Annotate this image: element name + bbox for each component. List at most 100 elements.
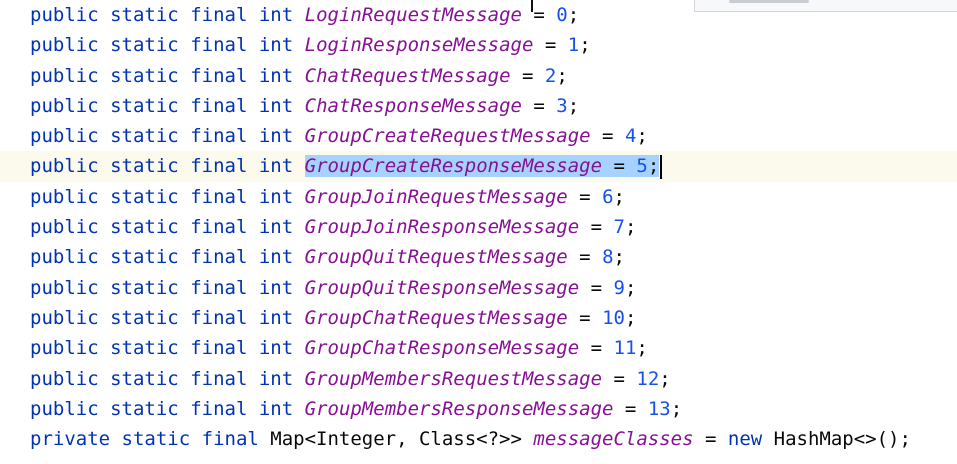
field-name: LoginResponseMessage (304, 34, 534, 57)
field-value: 11 (613, 337, 637, 360)
keyword-static: static (121, 428, 191, 451)
keyword-static: static (110, 306, 179, 329)
code-line[interactable]: public static final int GroupQuitRespons… (30, 273, 957, 303)
field-value: 3 (556, 94, 568, 117)
field-value: 12 (636, 367, 660, 390)
keyword-public: public (30, 276, 99, 299)
code-line[interactable]: public static final int LoginRequestMess… (30, 0, 957, 30)
field-name: GroupMembersResponseMessage (304, 397, 614, 420)
keyword-int: int (258, 246, 294, 269)
keyword-public: public (30, 155, 99, 178)
keyword-static: static (110, 397, 179, 420)
field-name: GroupQuitResponseMessage (304, 276, 580, 299)
field-name: LoginRequestMessage (304, 4, 522, 26)
code-line[interactable]: public static final int GroupCreateReque… (30, 121, 957, 151)
keyword-static: static (110, 367, 179, 390)
field-value: 8 (602, 246, 614, 269)
text-cursor-icon (531, 0, 533, 12)
keyword-final: final (190, 64, 248, 87)
code-line[interactable]: public static final int GroupJoinRequest… (30, 182, 957, 212)
field-name: ChatResponseMessage (304, 94, 522, 117)
code-line[interactable]: public static final int ChatResponseMess… (30, 91, 957, 121)
keyword-static: static (110, 64, 179, 87)
keyword-int: int (258, 34, 294, 57)
field-name: messageClasses (533, 428, 694, 451)
code-line[interactable]: public static final int GroupMembersResp… (30, 394, 957, 424)
field-name: GroupMembersRequestMessage (304, 367, 603, 390)
keyword-private: private (30, 428, 111, 451)
keyword-public: public (30, 64, 99, 87)
keyword-final: final (190, 125, 248, 148)
keyword-final: final (190, 276, 248, 299)
text-selection[interactable]: GroupCreateResponseMessage = 5; (304, 155, 660, 178)
code-line[interactable]: public static final int GroupJoinRespons… (30, 212, 957, 242)
keyword-public: public (30, 4, 99, 26)
field-name: GroupJoinRequestMessage (304, 185, 568, 208)
field-value: 4 (624, 125, 637, 148)
keyword-int: int (258, 276, 294, 299)
keyword-static: static (110, 216, 179, 239)
keyword-static: static (110, 155, 179, 178)
keyword-int: int (258, 155, 294, 178)
code-line[interactable]: public static final int GroupMembersRequ… (30, 364, 957, 394)
field-value: 1 (567, 34, 580, 57)
field-value: 2 (544, 64, 557, 87)
keyword-public: public (30, 34, 99, 57)
type-declaration: Map<Integer, Class<?>> (270, 428, 522, 451)
code-line[interactable]: public static final int GroupChatRespons… (30, 333, 957, 363)
code-editor[interactable]: public static final int LoginRequestMess… (0, 0, 957, 464)
keyword-public: public (30, 306, 99, 329)
keyword-public: public (30, 94, 99, 117)
field-name: ChatRequestMessage (304, 64, 511, 87)
keyword-public: public (30, 337, 99, 360)
code-line[interactable]: private static final Map<Integer, Class<… (30, 424, 957, 454)
keyword-static: static (110, 276, 179, 299)
code-line-current[interactable]: public static final int GroupCreateRespo… (0, 151, 957, 182)
keyword-public: public (30, 246, 99, 269)
keyword-static: static (110, 34, 179, 57)
keyword-final: final (190, 34, 248, 57)
field-value: 6 (602, 185, 614, 208)
keyword-final: final (201, 428, 259, 451)
keyword-int: int (258, 397, 294, 420)
field-name: GroupCreateResponseMessage (304, 155, 603, 178)
keyword-final: final (190, 216, 248, 239)
code-area[interactable]: public static final int LoginRequestMess… (0, 0, 957, 454)
keyword-final: final (190, 367, 248, 390)
keyword-static: static (110, 94, 179, 117)
keyword-static: static (110, 246, 179, 269)
keyword-static: static (110, 125, 179, 148)
keyword-int: int (258, 125, 294, 148)
keyword-static: static (110, 337, 179, 360)
field-value: 5 (636, 155, 648, 178)
field-value: 13 (647, 397, 671, 420)
keyword-public: public (30, 216, 99, 239)
field-name: GroupQuitRequestMessage (304, 246, 568, 269)
code-line[interactable]: public static final int GroupQuitRequest… (30, 242, 957, 272)
keyword-public: public (30, 397, 99, 420)
keyword-final: final (190, 337, 248, 360)
keyword-public: public (30, 367, 99, 390)
field-value: 10 (602, 306, 625, 329)
keyword-final: final (190, 94, 248, 117)
keyword-static: static (110, 185, 179, 208)
keyword-final: final (190, 155, 248, 178)
field-value: 0 (556, 4, 568, 26)
keyword-final: final (190, 306, 248, 329)
keyword-final: final (190, 4, 248, 26)
keyword-final: final (190, 397, 248, 420)
keyword-int: int (258, 367, 294, 390)
keyword-int: int (258, 64, 294, 87)
code-line[interactable]: public static final int LoginResponseMes… (30, 30, 957, 60)
keyword-int: int (258, 4, 294, 26)
keyword-int: int (258, 185, 294, 208)
field-name: GroupChatRequestMessage (304, 306, 568, 329)
init-type: HashMap<>(); (773, 428, 911, 451)
field-value: 9 (613, 276, 625, 299)
field-value: 7 (613, 216, 625, 239)
code-line[interactable]: public static final int ChatRequestMessa… (30, 61, 957, 91)
keyword-int: int (258, 216, 294, 239)
keyword-new: new (727, 428, 763, 451)
code-line[interactable]: public static final int GroupChatRequest… (30, 303, 957, 333)
field-name: GroupChatResponseMessage (304, 337, 580, 360)
